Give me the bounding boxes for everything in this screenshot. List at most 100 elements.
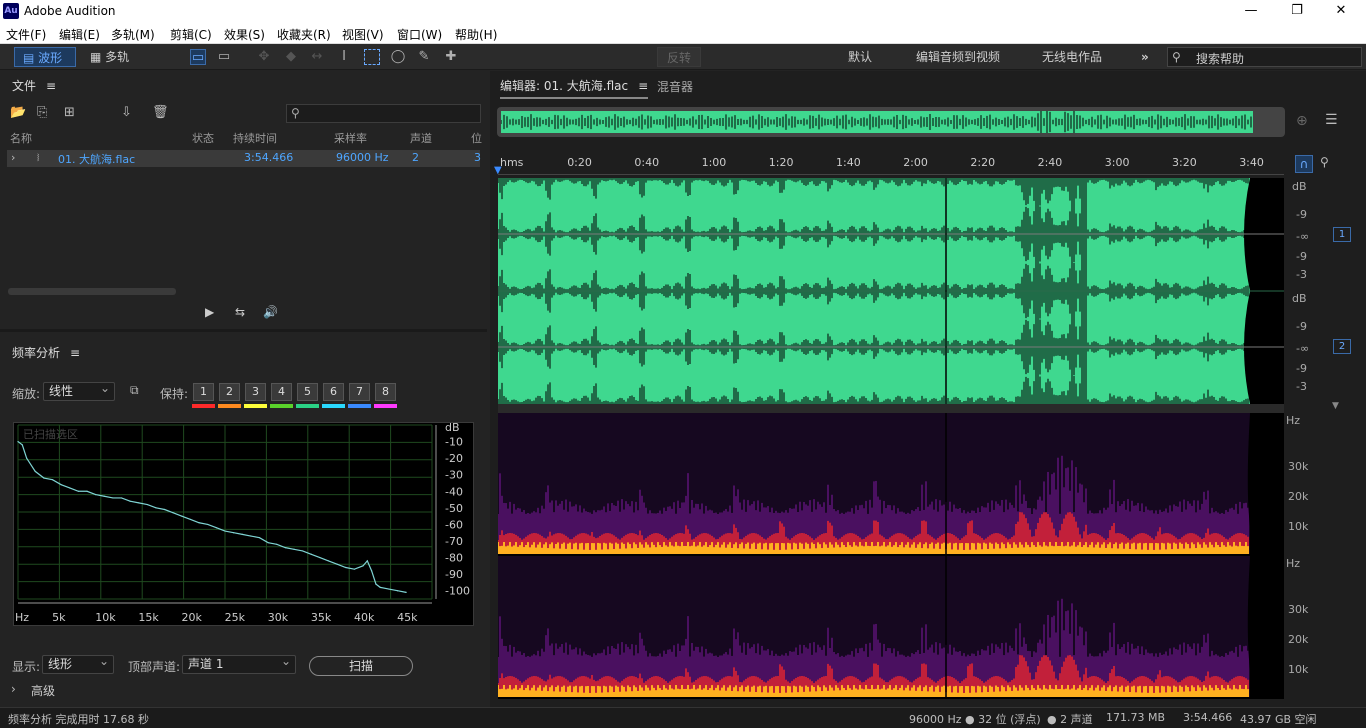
open-file-icon[interactable]: 📂: [10, 105, 26, 120]
collapse-chevron-icon[interactable]: ▼: [1332, 401, 1339, 411]
hold-button-1[interactable]: 1: [193, 383, 214, 401]
zoom-navigator-icon[interactable]: ⊕: [1296, 113, 1308, 129]
spectrum-point: [215, 527, 217, 529]
hold-color-3: [244, 404, 267, 408]
overview-bar[interactable]: [497, 107, 1285, 137]
autoplay-icon[interactable]: 🔊: [263, 305, 278, 319]
loop-icon[interactable]: ⇆: [235, 305, 245, 319]
col-name[interactable]: 名称: [10, 130, 32, 146]
hold-button-3[interactable]: 3: [245, 383, 266, 401]
insert-icon[interactable]: ⇩: [121, 105, 132, 120]
advanced-label[interactable]: 高级: [31, 682, 55, 699]
menu-file[interactable]: 文件(F): [6, 26, 46, 43]
spectrum-point: [319, 556, 321, 559]
hz-tick-label: 40k: [354, 611, 375, 624]
files-search-input[interactable]: ⚲: [286, 104, 481, 123]
hold-button-2[interactable]: 2: [219, 383, 240, 401]
new-file-icon[interactable]: ⊞: [64, 105, 75, 120]
display-select[interactable]: 线形: [42, 653, 114, 674]
waveform-display[interactable]: [498, 178, 1284, 404]
hold-button-4[interactable]: 4: [271, 383, 292, 401]
zoom-select[interactable]: 线性: [43, 380, 115, 401]
menu-multitrack[interactable]: 多轨(M): [111, 26, 155, 43]
marquee-tool-icon[interactable]: [364, 49, 380, 65]
col-status[interactable]: 状态: [192, 130, 214, 146]
menu-effects[interactable]: 效果(S): [224, 26, 265, 43]
panel-divider[interactable]: [0, 329, 487, 332]
import-file-icon[interactable]: ⎘: [37, 105, 47, 120]
workspace-default[interactable]: 默认: [848, 47, 872, 67]
help-search-box[interactable]: ⚲ 搜索帮助: [1167, 47, 1362, 67]
col-duration[interactable]: 持续时间: [233, 130, 277, 146]
col-bits[interactable]: 位: [471, 130, 482, 146]
view-splitter[interactable]: [498, 404, 1284, 413]
hold-button-5[interactable]: 5: [297, 383, 318, 401]
frequency-graph-svg: dB -10 -20 -30 -40 -50 -60 -70 -80 -90 -100 Hz 5k 10k…: [15, 421, 470, 624]
play-icon[interactable]: ▶: [205, 305, 214, 319]
spectrum-point: [405, 591, 407, 593]
col-rate[interactable]: 采样率: [334, 130, 367, 146]
tab-mixer[interactable]: 混音器: [657, 78, 693, 95]
channel-1-button[interactable]: 1: [1333, 227, 1351, 242]
hz-tick-label: 35k: [311, 611, 332, 624]
files-h-scrollbar[interactable]: [8, 288, 176, 295]
spectral-display-icon[interactable]: ▭: [216, 49, 232, 65]
snap-icon[interactable]: ∩: [1295, 155, 1313, 173]
spectrum-point: [155, 507, 157, 509]
waveform-view-button[interactable]: ▤ 波形: [14, 47, 76, 67]
razor-tool-icon[interactable]: ◆: [283, 49, 299, 65]
spectrum-point: [43, 477, 45, 479]
delete-icon[interactable]: 🗑: [152, 105, 169, 120]
channel-2-button[interactable]: 2: [1333, 339, 1351, 354]
waveform-icon: ▤: [23, 51, 39, 65]
multitrack-view-button[interactable]: ▦ 多轨: [86, 47, 140, 67]
spectrum-point: [224, 530, 226, 532]
brush-tool-icon[interactable]: ✎: [416, 49, 432, 65]
minimize-button[interactable]: —: [1228, 2, 1274, 20]
app-logo: Au: [3, 3, 19, 19]
hold-button-6[interactable]: 6: [323, 383, 344, 401]
hold-button-8[interactable]: 8: [375, 383, 396, 401]
menu-window[interactable]: 窗口(W): [397, 26, 442, 43]
hold-button-7[interactable]: 7: [349, 383, 370, 401]
spectrum-point: [233, 532, 235, 534]
db-tick-label: -40: [445, 485, 463, 498]
spectrogram-display[interactable]: [498, 413, 1284, 699]
menu-view[interactable]: 视图(V): [342, 26, 384, 43]
lasso-tool-icon[interactable]: ◯: [390, 49, 406, 65]
top-channel-select[interactable]: 声道 1: [182, 653, 296, 674]
scan-button[interactable]: 扫描: [309, 656, 413, 676]
menu-favorites[interactable]: 收藏夹(R): [277, 26, 331, 43]
workspace-radio[interactable]: 无线电作品: [1042, 47, 1102, 67]
expand-chevron-icon[interactable]: ›: [11, 151, 15, 164]
slip-tool-icon[interactable]: ↔: [309, 49, 325, 65]
spectrum-point: [250, 535, 252, 537]
time-ruler[interactable]: [498, 151, 1284, 175]
spectrum-point: [327, 560, 330, 562]
col-channels[interactable]: 声道: [410, 130, 432, 146]
file-row[interactable]: › ⧘ 01. 大航海.flac 3:54.466 96000 Hz 2 3: [7, 150, 481, 167]
advanced-chevron-icon[interactable]: ›: [11, 682, 16, 696]
menu-edit[interactable]: 编辑(E): [59, 26, 100, 43]
hz-tick-label: 5k: [52, 611, 66, 624]
reverse-button[interactable]: 反转: [657, 47, 701, 67]
db-tick-label: -10: [445, 436, 463, 449]
menu-clip[interactable]: 剪辑(C): [170, 26, 212, 43]
spectrum-point: [379, 586, 381, 588]
marker-pin-icon[interactable]: ⚲: [1320, 155, 1329, 169]
spectrum-point: [396, 590, 399, 592]
panel-menu-icon[interactable]: ☰: [1325, 112, 1338, 128]
move-tool-icon[interactable]: ✥: [256, 49, 272, 65]
tab-editor[interactable]: 编辑器: 01. 大航海.flac ≡: [500, 77, 649, 99]
spot-healing-icon[interactable]: ✚: [443, 49, 459, 65]
spectrum-point: [69, 487, 71, 489]
close-button[interactable]: ✕: [1318, 2, 1364, 20]
maximize-button[interactable]: ❐: [1274, 2, 1320, 20]
lock-icon[interactable]: ⧉: [130, 383, 139, 398]
menu-help[interactable]: 帮助(H): [455, 26, 497, 43]
menu-bar: 文件(F) 编辑(E) 多轨(M) 剪辑(C) 效果(S) 收藏夹(R) 视图(…: [0, 22, 1366, 44]
spectral-waveform-icon[interactable]: ▭: [190, 49, 206, 65]
more-workspaces-button[interactable]: »: [1141, 47, 1149, 67]
workspace-edit-audio-video[interactable]: 编辑音频到视频: [916, 47, 1000, 67]
time-selection-tool-icon[interactable]: I: [336, 49, 352, 65]
